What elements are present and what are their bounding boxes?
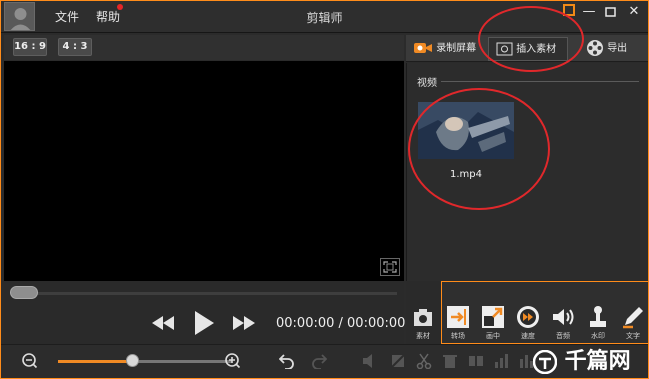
menu-help[interactable]: 帮助 [96,8,120,25]
tab-record-screen[interactable]: 录制屏幕 [413,37,485,61]
zoom-out-icon[interactable] [22,353,38,372]
crop-icon[interactable] [390,353,406,372]
rewind-icon[interactable] [152,316,174,333]
speed-icon[interactable] [516,305,540,329]
tool-label-transition: 转场 [451,332,465,340]
menu-file[interactable]: 文件 [55,8,79,25]
tool-label-watermark: 水印 [591,332,605,340]
mute-clip-icon[interactable] [362,353,378,372]
section-label-video: 视频 [417,78,437,89]
watermark-icon[interactable] [586,305,610,329]
text-pen-icon[interactable] [621,305,645,329]
delete-icon[interactable] [442,353,458,372]
tab-export-label: 导出 [607,43,628,54]
play-icon[interactable] [193,310,215,339]
redo-icon[interactable] [311,353,328,372]
camera-icon [414,43,432,53]
tool-label-pip: 画中 [486,332,500,340]
tool-label-material: 素材 [416,332,430,340]
minimize-icon[interactable]: — [579,3,599,21]
tab-insert-media[interactable]: 插入素材 [488,37,568,61]
fullscreen-icon[interactable] [380,258,400,276]
fast-forward-icon[interactable] [233,316,255,333]
tab-record-screen-label: 录制屏幕 [436,43,477,54]
picture-in-picture-icon[interactable] [481,305,505,329]
user-avatar[interactable] [4,2,35,31]
tab-export[interactable]: 导出 [586,37,636,61]
scissors-icon[interactable] [416,353,432,372]
close-icon[interactable]: ✕ [624,3,644,21]
ratio-16-9-button[interactable]: 16 : 9 [13,38,47,56]
video-thumbnail[interactable] [418,102,514,159]
time-display: 00:00:00 / 00:00:00 [276,316,406,331]
volume-bars-icon[interactable] [494,353,510,372]
seek-handle[interactable] [10,286,38,299]
notification-dot [117,4,123,10]
film-reel-icon [587,40,603,56]
zoom-in-icon[interactable] [225,353,241,372]
material-camera-icon[interactable] [412,308,436,332]
zoom-slider-handle[interactable] [126,354,139,367]
watermark-text: 千篇网 [564,349,631,374]
restore-icon[interactable] [563,4,575,16]
transition-icon[interactable] [446,305,470,329]
maximize-icon[interactable] [601,3,621,21]
tool-label-text: 文字 [626,332,640,340]
video-preview[interactable] [4,61,404,281]
undo-icon[interactable] [278,353,295,372]
zoom-slider-fill [58,360,133,363]
site-watermark-logo: 千篇网 [532,343,647,375]
stats-icon[interactable] [518,353,534,372]
tool-label-audio: 音频 [556,332,570,340]
audio-icon[interactable] [551,305,575,329]
tab-insert-media-label: 插入素材 [516,44,557,55]
ratio-4-3-button[interactable]: 4 : 3 [58,38,92,56]
insert-media-icon [496,42,513,56]
tool-label-speed: 速度 [521,332,535,340]
section-divider [441,81,639,82]
video-filename: 1.mp4 [450,169,482,180]
seek-track[interactable] [12,292,397,295]
split-icon[interactable] [468,353,484,372]
